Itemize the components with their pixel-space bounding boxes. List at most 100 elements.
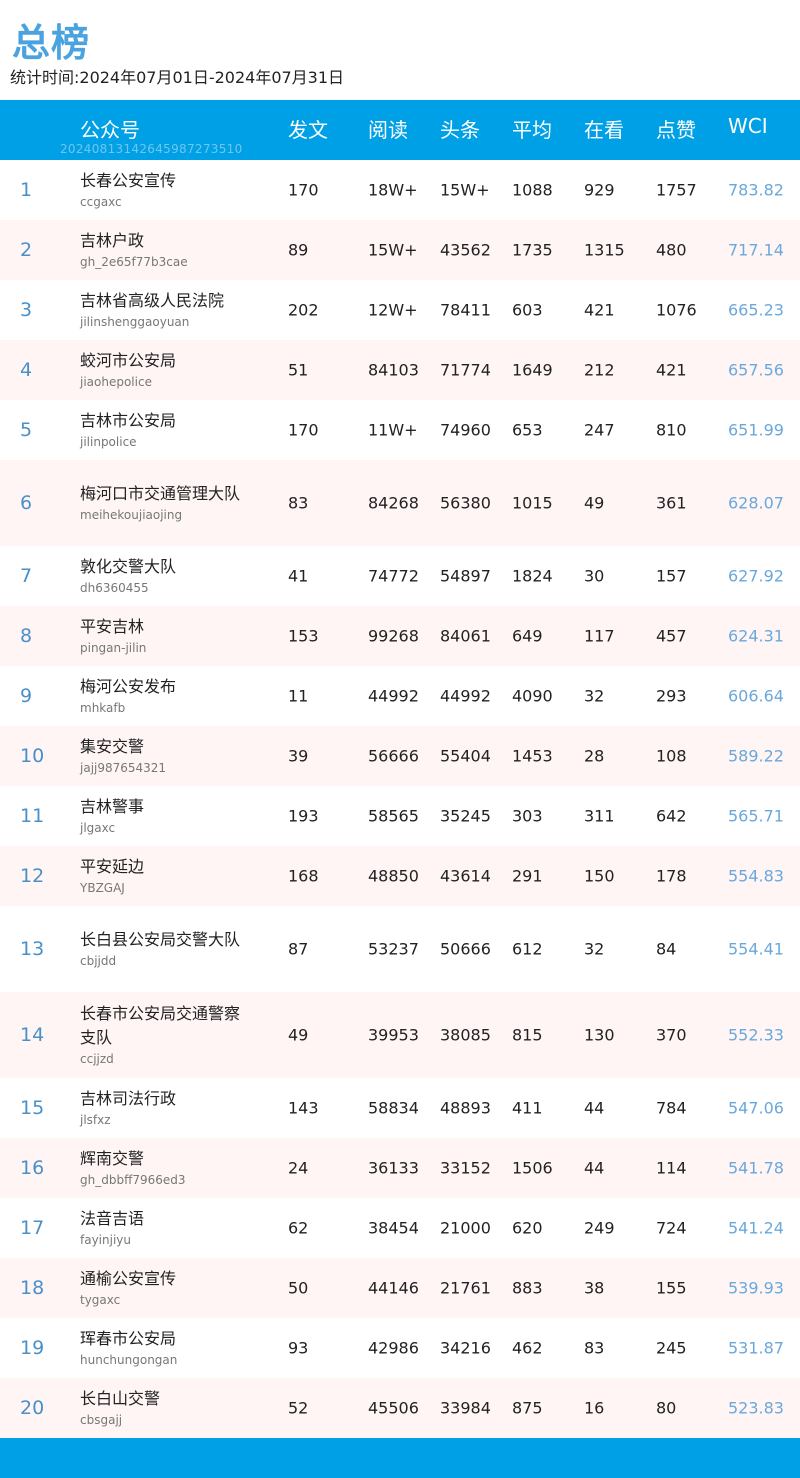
table-row[interactable]: 14 长春市公安局交通警察支队 ccjjzd 49 39953 38085 815 130 37… — [0, 992, 800, 1078]
account-name[interactable]: 吉林省高级人民法院 — [80, 289, 240, 313]
account-name[interactable]: 吉林户政 — [80, 229, 240, 253]
account-name[interactable]: 长白山交警 — [80, 1387, 240, 1411]
cell-reads: 38454 — [368, 1218, 419, 1238]
account-name[interactable]: 长白县公安局交警大队 — [80, 928, 240, 952]
account-name[interactable]: 吉林司法行政 — [80, 1087, 240, 1111]
table-row[interactable]: 9 梅河公安发布 mhkafb 11 44992 44992 4090 32 293 606.64 — [0, 666, 800, 726]
col-account[interactable]: 公众号 — [80, 114, 140, 143]
table-row[interactable]: 17 法音吉语 fayinjiyu 62 38454 21000 620 249 724 541.… — [0, 1198, 800, 1258]
table-row[interactable]: 10 集安交警 jajj987654321 39 56666 55404 1453 28 108… — [0, 726, 800, 786]
cell-average: 1735 — [512, 240, 553, 260]
rank-number: 12 — [20, 865, 45, 887]
account-info: 梅河口市交通管理大队 meihekoujiaojing — [80, 482, 240, 524]
cell-looking: 44 — [584, 1158, 605, 1178]
table-header: 公众号 发文 阅读 头条 平均 在看 点赞 WCI 20240813142645… — [0, 100, 800, 160]
cell-average: 1453 — [512, 746, 553, 766]
table-row[interactable]: 15 吉林司法行政 jlsfxz 143 58834 48893 411 44 784 547.0… — [0, 1078, 800, 1138]
cell-likes: 724 — [656, 1218, 687, 1238]
cell-looking: 32 — [584, 686, 605, 706]
table-row[interactable]: 4 蛟河市公安局 jiaohepolice 51 84103 71774 1649 212 42… — [0, 340, 800, 400]
stat-period: 统计时间:2024年07月01日-2024年07月31日 — [10, 68, 345, 87]
cell-reads: 44992 — [368, 686, 419, 706]
account-id: jlgaxc — [80, 821, 116, 835]
account-name[interactable]: 法音吉语 — [80, 1207, 240, 1231]
table-row[interactable]: 16 辉南交警 gh_dbbff7966ed3 24 36133 33152 1506 44 1… — [0, 1138, 800, 1198]
cell-reads: 44146 — [368, 1278, 419, 1298]
table-row[interactable]: 11 吉林警事 jlgaxc 193 58565 35245 303 311 642 565.71 — [0, 786, 800, 846]
account-id: dh6360455 — [80, 581, 149, 595]
cell-likes: 642 — [656, 806, 687, 826]
account-name[interactable]: 辉南交警 — [80, 1147, 240, 1171]
table-row[interactable]: 18 通榆公安宣传 tygaxc 50 44146 21761 883 38 155 539.93 — [0, 1258, 800, 1318]
table-row[interactable]: 13 长白县公安局交警大队 cbjjdd 87 53237 50666 612 32 84 554… — [0, 906, 800, 992]
rank-number: 11 — [20, 805, 45, 827]
table-row[interactable]: 1 长春公安宣传 ccgaxc 170 18W+ 15W+ 1088 929 1757 783.8… — [0, 160, 800, 220]
account-name[interactable]: 平安吉林 — [80, 615, 240, 639]
cell-wci: 606.64 — [728, 686, 784, 706]
account-name[interactable]: 梅河口市交通管理大队 — [80, 482, 240, 506]
cell-headline: 54897 — [440, 566, 491, 586]
account-id: pingan-jilin — [80, 641, 147, 655]
table-row[interactable]: 6 梅河口市交通管理大队 meihekoujiaojing 83 84268 56380 1… — [0, 460, 800, 546]
cell-likes: 80 — [656, 1398, 677, 1418]
cell-likes: 245 — [656, 1338, 687, 1358]
cell-headline: 38085 — [440, 1025, 491, 1045]
cell-average: 603 — [512, 300, 543, 320]
cell-posts: 93 — [288, 1338, 309, 1358]
account-name[interactable]: 吉林市公安局 — [80, 409, 240, 433]
account-info: 吉林司法行政 jlsfxz — [80, 1087, 240, 1129]
col-likes[interactable]: 点赞 — [656, 114, 696, 143]
cell-average: 1088 — [512, 180, 553, 200]
account-name[interactable]: 长春市公安局交通警察支队 — [80, 1002, 240, 1050]
rank-number: 5 — [20, 419, 33, 441]
cell-average: 1506 — [512, 1158, 553, 1178]
account-name[interactable]: 平安延边 — [80, 855, 240, 879]
account-name[interactable]: 梅河公安发布 — [80, 675, 240, 699]
cell-wci: 541.78 — [728, 1158, 784, 1178]
cell-average: 303 — [512, 806, 543, 826]
account-info: 辉南交警 gh_dbbff7966ed3 — [80, 1147, 240, 1189]
account-name[interactable]: 蛟河市公安局 — [80, 349, 240, 373]
col-average[interactable]: 平均 — [512, 114, 552, 143]
account-name[interactable]: 吉林警事 — [80, 795, 240, 819]
col-headline[interactable]: 头条 — [440, 114, 480, 143]
table-row[interactable]: 20 长白山交警 cbsgajj 52 45506 33984 875 16 80 523.83 — [0, 1378, 800, 1438]
cell-average: 291 — [512, 866, 543, 886]
col-wci[interactable]: WCI — [728, 114, 768, 138]
header-code: 20240813142645987273510 — [60, 142, 243, 156]
cell-wci: 783.82 — [728, 180, 784, 200]
account-name[interactable]: 敦化交警大队 — [80, 555, 240, 579]
table-row[interactable]: 5 吉林市公安局 jilinpolice 170 11W+ 74960 653 247 810 6… — [0, 400, 800, 460]
cell-headline: 33984 — [440, 1398, 491, 1418]
cell-likes: 84 — [656, 939, 677, 959]
col-looking[interactable]: 在看 — [584, 114, 624, 143]
cell-looking: 117 — [584, 626, 615, 646]
cell-wci: 554.83 — [728, 866, 784, 886]
cell-likes: 1757 — [656, 180, 697, 200]
account-name[interactable]: 通榆公安宣传 — [80, 1267, 240, 1291]
account-info: 长白山交警 cbsgajj — [80, 1387, 240, 1429]
cell-headline: 78411 — [440, 300, 491, 320]
cell-likes: 114 — [656, 1158, 687, 1178]
cell-likes: 178 — [656, 866, 687, 886]
account-name[interactable]: 长春公安宣传 — [80, 169, 240, 193]
cell-headline: 35245 — [440, 806, 491, 826]
table-row[interactable]: 7 敦化交警大队 dh6360455 41 74772 54897 1824 30 157 627… — [0, 546, 800, 606]
cell-looking: 130 — [584, 1025, 615, 1045]
rank-number: 3 — [20, 299, 33, 321]
account-name[interactable]: 珲春市公安局 — [80, 1327, 240, 1351]
table-row[interactable]: 2 吉林户政 gh_2e65f77b3cae 89 15W+ 43562 1735 1315 4… — [0, 220, 800, 280]
cell-looking: 30 — [584, 566, 605, 586]
account-id: jiaohepolice — [80, 375, 152, 389]
col-posts[interactable]: 发文 — [288, 114, 328, 143]
table-row[interactable]: 8 平安吉林 pingan-jilin 153 99268 84061 649 117 457 6… — [0, 606, 800, 666]
table-row[interactable]: 12 平安延边 YBZGAJ 168 48850 43614 291 150 178 554.83 — [0, 846, 800, 906]
account-info: 法音吉语 fayinjiyu — [80, 1207, 240, 1249]
cell-reads: 11W+ — [368, 420, 418, 440]
col-reads[interactable]: 阅读 — [368, 114, 408, 143]
table-row[interactable]: 3 吉林省高级人民法院 jilinshenggaoyuan 202 12W+ 78411 6… — [0, 280, 800, 340]
account-name[interactable]: 集安交警 — [80, 735, 240, 759]
table-row[interactable]: 19 珲春市公安局 hunchungongan 93 42986 34216 462 83 24… — [0, 1318, 800, 1378]
cell-looking: 421 — [584, 300, 615, 320]
account-info: 平安吉林 pingan-jilin — [80, 615, 240, 657]
